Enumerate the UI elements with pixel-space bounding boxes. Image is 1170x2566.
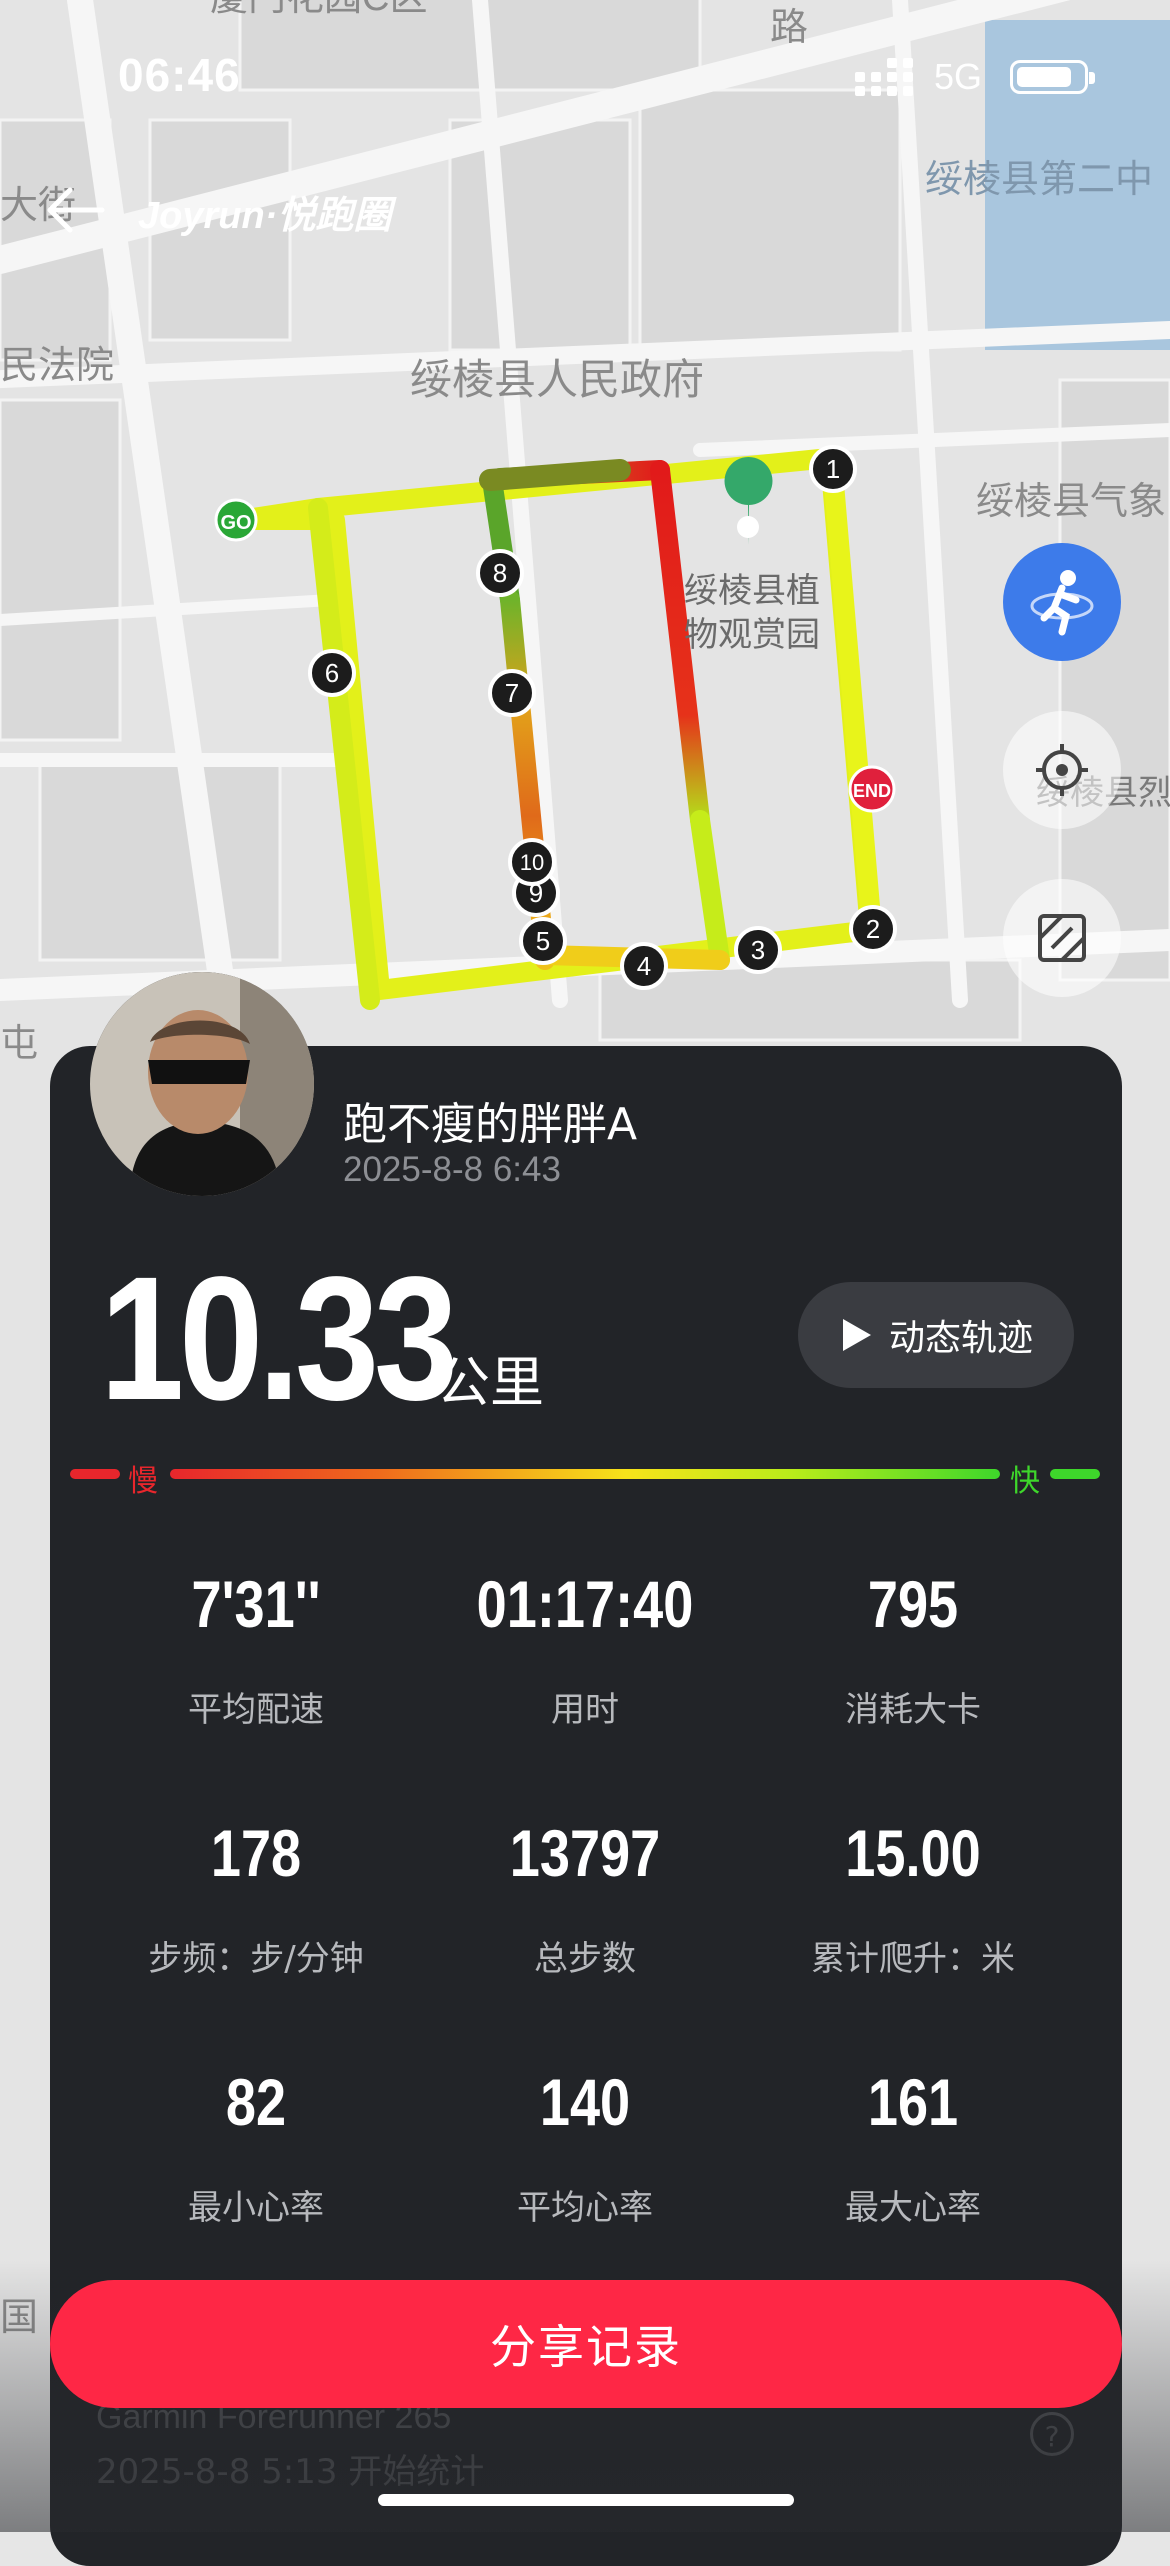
cadence-label: 步频：步/分钟 xyxy=(148,1939,364,1979)
max-heart-rate-label: 最大心率 xyxy=(845,2188,981,2228)
run-datetime: 2025-8-8 6:43 xyxy=(343,1150,561,1189)
distance-unit: 公里 xyxy=(436,1351,544,1414)
km-marker-3: 3 xyxy=(734,926,782,974)
km-marker-2: 2 xyxy=(849,905,897,953)
crosshair-icon xyxy=(1036,744,1088,796)
svg-text:4: 4 xyxy=(637,951,651,981)
speed-legend-slow: 慢 xyxy=(128,1464,158,1499)
help-icon[interactable]: ? xyxy=(1030,2412,1074,2456)
svg-text:10: 10 xyxy=(520,850,544,875)
svg-text:2: 2 xyxy=(866,914,880,944)
km-marker-8: 8 xyxy=(476,549,524,597)
locate-button[interactable] xyxy=(1003,711,1121,829)
svg-text:3: 3 xyxy=(751,935,765,965)
svg-text:1: 1 xyxy=(826,454,840,484)
min-heart-rate-label: 最小心率 xyxy=(188,2188,324,2228)
back-arrow-icon[interactable] xyxy=(40,180,110,240)
map-label: 厦门花园C区 xyxy=(210,0,427,19)
svg-text:END: END xyxy=(853,781,891,801)
km-marker-7: 7 xyxy=(488,669,536,717)
elevation-gain-label: 累计爬升：米 xyxy=(811,1939,1015,1979)
calories-label: 消耗大卡 xyxy=(845,1690,981,1730)
end-marker: END xyxy=(848,765,896,813)
km-marker-4: 4 xyxy=(620,942,668,990)
avg-pace-label: 平均配速 xyxy=(188,1690,324,1730)
svg-text:7: 7 xyxy=(505,678,519,708)
avg-heart-rate-value: 140 xyxy=(539,2065,631,2139)
svg-text:6: 6 xyxy=(325,658,339,688)
user-name: 跑不瘦的胖胖A xyxy=(343,1099,638,1150)
status-time: 06:46 xyxy=(118,49,241,101)
avg-heart-rate-label: 平均心率 xyxy=(517,2188,653,2228)
km-marker-6: 6 xyxy=(308,649,356,697)
map-label: 绥棱县气象 xyxy=(976,481,1166,523)
avatar-image xyxy=(90,972,314,1196)
app-brand-logo: Joyrun·悦跑圈 xyxy=(138,195,392,237)
map-label: 民法院 xyxy=(0,345,114,387)
duration-label: 用时 xyxy=(551,1690,619,1730)
svg-text:8: 8 xyxy=(493,558,507,588)
min-heart-rate-value: 82 xyxy=(225,2065,287,2139)
duration-value: 01:17:40 xyxy=(476,1567,694,1641)
device-start-time: 2025-8-8 5:13 开始统计 xyxy=(96,2452,485,2492)
km-marker-1: 1 xyxy=(809,445,857,493)
share-record-button[interactable]: 分享记录 xyxy=(50,2280,1122,2408)
avg-pace-value: 7'31'' xyxy=(191,1567,321,1641)
calories-value: 795 xyxy=(867,1567,959,1641)
svg-text:GO: GO xyxy=(220,512,251,534)
elevation-gain-value: 15.00 xyxy=(845,1816,981,1890)
speed-legend-fast: 快 xyxy=(1010,1464,1040,1499)
map-label: 路 xyxy=(770,7,808,49)
dynamic-track-label: 动态轨迹 xyxy=(888,1318,1033,1359)
map-label: 国 xyxy=(0,2297,38,2339)
speed-gradient-bar xyxy=(170,1469,1000,1479)
home-indicator[interactable] xyxy=(378,2494,794,2506)
cadence-value: 178 xyxy=(210,1816,302,1890)
svg-text:5: 5 xyxy=(536,926,550,956)
map-layer-icon xyxy=(1038,914,1086,962)
share-record-label: 分享记录 xyxy=(490,2320,682,2374)
cellular-signal-icon xyxy=(855,58,913,96)
total-steps-label: 总步数 xyxy=(534,1939,636,1979)
map-label: 绥棱县第二中 xyxy=(925,159,1153,201)
distance-value: 10.33 xyxy=(100,1241,458,1437)
avatar[interactable] xyxy=(90,972,314,1196)
map-label: 物观赏园 xyxy=(684,616,820,654)
play-icon xyxy=(842,1319,871,1351)
running-figure-icon xyxy=(1030,570,1094,636)
speed-legend-fast-bar xyxy=(1050,1469,1100,1479)
total-steps-value: 13797 xyxy=(509,1816,661,1890)
running-figure-button[interactable] xyxy=(1003,543,1121,661)
max-heart-rate-value: 161 xyxy=(867,2065,959,2139)
network-type: 5G xyxy=(934,56,983,97)
battery-icon xyxy=(1010,60,1095,94)
km-marker-5: 5 xyxy=(519,917,567,965)
map-label: 绥棱县人民政府 xyxy=(410,356,704,403)
km-marker-10: 10 xyxy=(508,838,556,886)
dynamic-track-button[interactable]: 动态轨迹 xyxy=(798,1282,1074,1388)
map-label: 屯 xyxy=(0,1023,38,1065)
map-layer-button[interactable] xyxy=(1003,879,1121,997)
map-label: 绥棱县植 xyxy=(684,572,820,610)
speed-legend-slow-bar xyxy=(70,1469,120,1479)
start-marker: GO xyxy=(214,498,258,542)
